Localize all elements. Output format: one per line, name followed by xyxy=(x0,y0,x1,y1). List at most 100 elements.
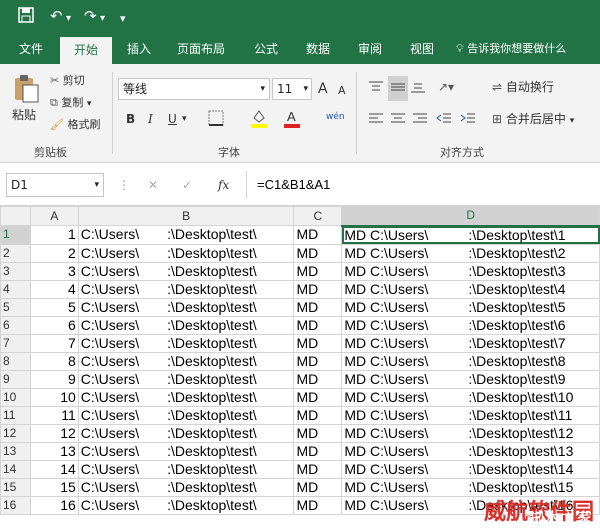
font-size-select[interactable]: 11 ▾ xyxy=(272,78,312,100)
cell-c[interactable]: MD xyxy=(293,243,343,263)
cell-c[interactable]: MD xyxy=(293,423,343,443)
cell-a[interactable]: 6 xyxy=(29,315,79,335)
row-header[interactable]: 12 xyxy=(0,423,31,443)
tab-file[interactable]: 文件 xyxy=(8,34,54,64)
cell-c[interactable]: MD xyxy=(293,315,343,335)
cell-d[interactable]: MD C:\Users\:\Desktop\test\15 xyxy=(341,477,600,497)
cell-d[interactable]: MD C:\Users\:\Desktop\test\2 xyxy=(341,243,600,263)
cell-a[interactable]: 15 xyxy=(29,477,79,497)
cell-c[interactable]: MD xyxy=(293,477,343,497)
font-color-icon[interactable]: A xyxy=(284,108,300,131)
tab-data[interactable]: 数据 xyxy=(296,34,340,64)
cell-a[interactable]: 8 xyxy=(29,351,79,371)
cell-c[interactable]: MD xyxy=(293,387,343,407)
align-center-icon[interactable] xyxy=(390,112,406,129)
format-painter-button[interactable]: 🖌︎ 格式刷 xyxy=(50,118,100,132)
select-all-corner[interactable] xyxy=(0,206,31,226)
cell-b[interactable]: C:\Users\:\Desktop\test\ xyxy=(77,333,295,353)
cell-b[interactable]: C:\Users\:\Desktop\test\ xyxy=(77,369,295,389)
phonetic-guide-icon[interactable]: wén xyxy=(326,110,345,124)
column-header[interactable]: D xyxy=(341,206,600,227)
formula-input[interactable]: =C1&B1&A1 xyxy=(246,171,600,199)
cell-c[interactable]: MD xyxy=(293,495,343,515)
cell-d[interactable]: MD C:\Users\:\Desktop\test\7 xyxy=(341,333,600,353)
tab-view[interactable]: 视图 xyxy=(400,34,444,64)
cell-d[interactable]: MD C:\Users\:\Desktop\test\6 xyxy=(341,315,600,335)
cell-c[interactable]: MD xyxy=(293,279,343,299)
cell-a[interactable]: 2 xyxy=(29,243,79,263)
column-header[interactable]: B xyxy=(77,206,295,226)
align-middle-icon[interactable] xyxy=(388,76,408,101)
cell-a[interactable]: 10 xyxy=(29,387,79,407)
cell-b[interactable]: C:\Users\:\Desktop\test\ xyxy=(77,423,295,443)
column-header[interactable]: A xyxy=(29,206,79,226)
redo-icon[interactable]: ↷ xyxy=(84,7,97,25)
cell-b[interactable]: C:\Users\:\Desktop\test\ xyxy=(77,225,295,245)
grow-font-icon[interactable]: A xyxy=(318,82,328,96)
cell-d[interactable]: MD C:\Users\:\Desktop\test\4 xyxy=(341,279,600,299)
cell-a[interactable]: 9 xyxy=(29,369,79,389)
column-header[interactable]: C xyxy=(293,206,343,226)
undo-dropdown-icon[interactable]: ▾ xyxy=(66,10,71,28)
chevron-down-icon[interactable]: ▾ xyxy=(570,116,575,126)
cell-a[interactable]: 13 xyxy=(29,441,79,461)
tab-review[interactable]: 审阅 xyxy=(348,34,392,64)
cell-c[interactable]: MD xyxy=(293,369,343,389)
cell-d[interactable]: MD C:\Users\:\Desktop\test\12 xyxy=(341,423,600,443)
cell-b[interactable]: C:\Users\:\Desktop\test\ xyxy=(77,459,295,479)
enter-icon[interactable]: ✓ xyxy=(182,178,192,192)
cell-c[interactable]: MD xyxy=(293,405,343,425)
tab-formulas[interactable]: 公式 xyxy=(244,34,288,64)
cell-c[interactable]: MD xyxy=(293,351,343,371)
row-header[interactable]: 15 xyxy=(0,477,31,497)
italic-button[interactable]: I xyxy=(148,112,153,126)
save-icon[interactable] xyxy=(18,7,34,27)
cell-b[interactable]: C:\Users\:\Desktop\test\ xyxy=(77,351,295,371)
cancel-icon[interactable]: ✕ xyxy=(148,178,158,192)
cell-b[interactable]: C:\Users\:\Desktop\test\ xyxy=(77,297,295,317)
cell-b[interactable]: C:\Users\:\Desktop\test\ xyxy=(77,405,295,425)
align-top-icon[interactable] xyxy=(368,80,384,97)
align-left-icon[interactable] xyxy=(368,112,384,129)
orientation-icon[interactable]: ↗▾ xyxy=(438,80,454,94)
cell-d[interactable]: MD C:\Users\:\Desktop\test\3 xyxy=(341,261,600,281)
copy-dropdown-icon[interactable]: ▾ xyxy=(87,99,92,109)
underline-button[interactable]: U xyxy=(168,112,177,126)
row-header[interactable]: 7 xyxy=(0,333,31,353)
cell-a[interactable]: 11 xyxy=(29,405,79,425)
cell-c[interactable]: MD xyxy=(293,225,343,245)
name-box[interactable]: D1 ▾ xyxy=(6,173,104,197)
increase-indent-icon[interactable] xyxy=(460,112,476,129)
cell-d[interactable]: MD C:\Users\:\Desktop\test\9 xyxy=(341,369,600,389)
cell-d[interactable]: MD C:\Users\:\Desktop\test\5 xyxy=(341,297,600,317)
row-header[interactable]: 4 xyxy=(0,279,31,299)
row-header[interactable]: 10 xyxy=(0,387,31,407)
cell-b[interactable]: C:\Users\:\Desktop\test\ xyxy=(77,477,295,497)
font-name-select[interactable]: 等线 ▾ xyxy=(118,78,270,100)
cell-b[interactable]: C:\Users\:\Desktop\test\ xyxy=(77,315,295,335)
cell-d[interactable]: MD C:\Users\:\Desktop\test\13 xyxy=(341,441,600,461)
cell-a[interactable]: 16 xyxy=(29,495,79,515)
row-header[interactable]: 14 xyxy=(0,459,31,479)
fill-color-icon[interactable] xyxy=(250,108,268,131)
cell-a[interactable]: 12 xyxy=(29,423,79,443)
decrease-indent-icon[interactable] xyxy=(436,112,452,129)
row-header[interactable]: 11 xyxy=(0,405,31,425)
tab-home[interactable]: 开始 xyxy=(60,37,112,64)
cell-d[interactable]: MD C:\Users\:\Desktop\test\11 xyxy=(341,405,600,425)
align-right-icon[interactable] xyxy=(412,112,428,129)
cell-a[interactable]: 4 xyxy=(29,279,79,299)
row-header[interactable]: 1 xyxy=(0,225,31,245)
copy-button[interactable]: ⧉ 复制 ▾ xyxy=(50,96,91,111)
cell-a[interactable]: 5 xyxy=(29,297,79,317)
cell-c[interactable]: MD xyxy=(293,441,343,461)
row-header[interactable]: 6 xyxy=(0,315,31,335)
cell-d[interactable]: MD C:\Users\:\Desktop\test\1 xyxy=(341,225,600,245)
row-header[interactable]: 16 xyxy=(0,495,31,515)
row-header[interactable]: 8 xyxy=(0,351,31,371)
row-header[interactable]: 9 xyxy=(0,369,31,389)
bold-button[interactable]: B xyxy=(126,112,135,126)
customize-qat-icon[interactable]: ▾ xyxy=(120,10,126,28)
cell-d[interactable]: MD C:\Users\:\Desktop\test\14 xyxy=(341,459,600,479)
cell-b[interactable]: C:\Users\:\Desktop\test\ xyxy=(77,441,295,461)
